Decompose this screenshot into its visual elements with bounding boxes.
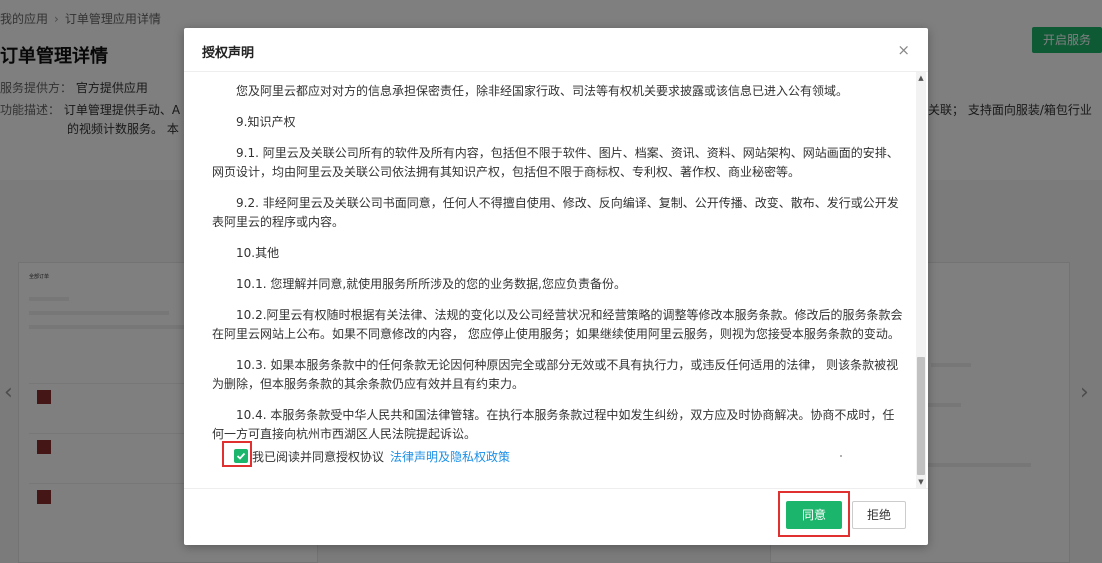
terms-paragraph: 10.其他 [236, 246, 280, 260]
dialog-title: 授权声明 [202, 46, 255, 61]
agree-label: 我已阅读并同意授权协议 法律声明及隐私权政策 [252, 448, 510, 465]
scroll-thumb[interactable] [917, 357, 925, 475]
dialog-body[interactable]: 您及阿里云都应对对方的信息承担保密责任，除非经国家行政、司法等有权机关要求披露或… [184, 72, 928, 488]
agree-text: 我已阅读并同意授权协议 [252, 450, 385, 464]
terms-content: 您及阿里云都应对对方的信息承担保密责任，除非经国家行政、司法等有权机关要求披露或… [212, 82, 906, 456]
authorization-dialog: 授权声明 × 您及阿里云都应对对方的信息承担保密责任，除非经国家行政、司法等有权… [184, 28, 928, 545]
check-icon [236, 452, 246, 460]
agree-button[interactable]: 同意 [786, 501, 842, 529]
dialog-header: 授权声明 × [184, 28, 928, 72]
terms-paragraph: 10.3. 如果本服务条款中的任何条款无论因何种原因完全或部分无效或不具有执行力… [212, 358, 899, 391]
scroll-up-icon[interactable]: ▲ [916, 74, 926, 82]
reject-button[interactable]: 拒绝 [852, 501, 906, 529]
terms-paragraph: 10.1. 您理解并同意,就使用服务所所涉及的您的业务数据,您应负责备份。 [236, 277, 626, 291]
terms-paragraph: 9.1. 阿里云及关联公司所有的软件及所有内容，包括但不限于软件、图片、档案、资… [212, 146, 899, 179]
terms-paragraph: 10.4. 本服务条款受中华人民共和国法律管辖。在执行本服务条款过程中如发生纠纷… [212, 408, 895, 441]
dialog-footer: 同意 拒绝 [184, 488, 928, 545]
decorative-dot [840, 455, 842, 457]
close-icon[interactable]: × [897, 42, 910, 58]
terms-paragraph: 10.2.阿里云有权随时根据有关法律、法规的变化以及公司经营状况和经营策略的调整… [212, 308, 903, 341]
agree-checkbox[interactable] [234, 449, 248, 463]
terms-paragraph: 您及阿里云都应对对方的信息承担保密责任，除非经国家行政、司法等有权机关要求披露或… [236, 84, 849, 98]
scroll-down-icon[interactable]: ▼ [916, 478, 926, 486]
terms-paragraph: 9.2. 非经阿里云及关联公司书面同意，任何人不得擅自使用、修改、反向编译、复制… [212, 196, 899, 229]
policy-link[interactable]: 法律声明及隐私权政策 [390, 450, 510, 464]
terms-paragraph: 9.知识产权 [236, 115, 296, 129]
dialog-scrollbar[interactable]: ▲ ▼ [916, 72, 926, 488]
